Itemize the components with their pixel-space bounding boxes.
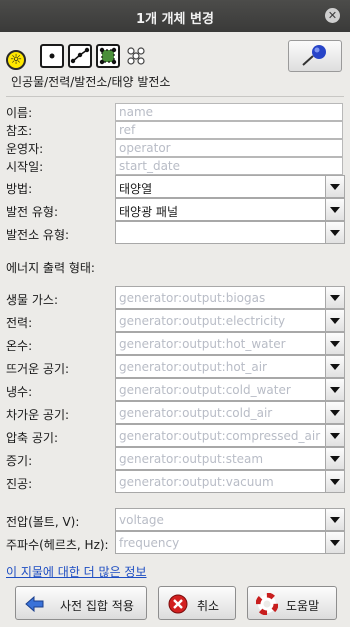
ref-field[interactable]: ref <box>115 121 343 139</box>
title-bar: 1개 개체 변경 ✕ <box>0 0 350 32</box>
cancel-icon <box>168 594 188 614</box>
voltage-value: voltage <box>119 513 164 527</box>
output-value: generator:output:compressed_air <box>119 429 321 443</box>
output-value: generator:output:steam <box>119 452 264 466</box>
chevron-down-icon[interactable] <box>325 287 344 308</box>
chevron-down-icon[interactable] <box>325 310 344 331</box>
output-select[interactable]: generator:output:hot_water <box>115 332 345 355</box>
output-select[interactable]: generator:output:cold_water <box>115 378 345 401</box>
plant-type-select[interactable] <box>115 221 345 244</box>
output-value: generator:output:biogas <box>119 291 266 305</box>
apply-preset-label: 사전 집합 적용 <box>60 599 134 613</box>
node-icon[interactable] <box>40 44 64 68</box>
output-value: generator:output:hot_air <box>119 360 267 374</box>
chevron-down-icon[interactable] <box>325 471 344 492</box>
closed-way-icon[interactable] <box>96 44 120 68</box>
operator-label: 운영자: <box>6 142 44 156</box>
back-arrow-icon <box>25 595 44 613</box>
preset-path: 인공물/전력/발전소/태양 발전소 <box>11 75 171 89</box>
chevron-down-icon[interactable] <box>325 402 344 423</box>
separator <box>6 96 344 97</box>
output-label: 생물 가스: <box>6 293 59 307</box>
chevron-down-icon[interactable] <box>325 379 344 400</box>
relation-icon[interactable] <box>124 44 148 68</box>
energy-output-heading: 에너지 출력 형태: <box>6 261 95 275</box>
apply-preset-button[interactable]: 사전 집합 적용 <box>15 586 147 620</box>
output-label: 압축 공기: <box>6 431 59 445</box>
more-info-link[interactable]: 이 지물에 대한 더 많은 정보 <box>6 563 147 580</box>
generator-type-select[interactable]: 태양광 패널 <box>115 198 345 221</box>
output-value: generator:output:electricity <box>119 314 286 328</box>
start-date-label: 시작일: <box>6 160 44 174</box>
chevron-down-icon[interactable] <box>325 222 344 243</box>
output-label: 증기: <box>6 454 33 468</box>
chevron-down-icon[interactable] <box>325 199 344 220</box>
close-icon[interactable]: ✕ <box>325 8 340 23</box>
output-select[interactable]: generator:output:hot_air <box>115 355 345 378</box>
chevron-down-icon[interactable] <box>325 356 344 377</box>
help-label: 도움말 <box>286 599 320 613</box>
output-select[interactable]: generator:output:biogas <box>115 286 345 309</box>
sun-icon: ☼ <box>6 50 26 70</box>
output-value: generator:output:cold_water <box>119 383 291 397</box>
output-label: 전력: <box>6 316 33 330</box>
chevron-down-icon[interactable] <box>325 176 344 197</box>
output-select[interactable]: generator:output:compressed_air <box>115 424 345 447</box>
start-date-field[interactable]: start_date <box>115 157 343 175</box>
way-icon[interactable] <box>68 44 92 68</box>
operator-field[interactable]: operator <box>115 139 343 157</box>
cancel-label: 취소 <box>197 599 220 613</box>
output-value: generator:output:vacuum <box>119 475 274 489</box>
output-select[interactable]: generator:output:electricity <box>115 309 345 332</box>
frequency-value: frequency <box>119 536 180 550</box>
generator-type-label: 발전 유형: <box>6 205 59 219</box>
pushpin-icon <box>302 45 326 66</box>
pin-toolbar-button[interactable] <box>288 40 342 72</box>
plant-type-label: 발전소 유형: <box>6 228 70 242</box>
output-label: 차가운 공기: <box>6 408 70 422</box>
cancel-button[interactable]: 취소 <box>158 586 236 620</box>
generator-type-value: 태양광 패널 <box>119 205 179 219</box>
output-select[interactable]: generator:output:vacuum <box>115 470 345 493</box>
window-title: 1개 개체 변경 <box>136 12 214 27</box>
voltage-select[interactable]: voltage <box>115 508 345 531</box>
chevron-down-icon[interactable] <box>325 333 344 354</box>
output-label: 진공: <box>6 477 33 491</box>
ref-label: 참조: <box>6 124 33 138</box>
lifebuoy-icon <box>256 593 278 615</box>
output-label: 뜨거운 공기: <box>6 362 70 376</box>
output-value: generator:output:hot_water <box>119 337 286 351</box>
name-label: 이름: <box>6 106 33 120</box>
chevron-down-icon[interactable] <box>325 425 344 446</box>
chevron-down-icon[interactable] <box>325 532 344 553</box>
frequency-select[interactable]: frequency <box>115 531 345 554</box>
chevron-down-icon[interactable] <box>325 448 344 469</box>
output-select[interactable]: generator:output:cold_air <box>115 401 345 424</box>
output-label: 온수: <box>6 339 33 353</box>
name-field[interactable]: name <box>115 103 343 121</box>
frequency-label: 주파수(헤르츠, Hz): <box>6 538 109 552</box>
method-label: 방법: <box>6 182 33 196</box>
chevron-down-icon[interactable] <box>325 509 344 530</box>
method-value: 태양열 <box>119 182 153 196</box>
output-value: generator:output:cold_air <box>119 406 273 420</box>
help-button[interactable]: 도움말 <box>247 586 337 620</box>
voltage-label: 전압(볼트, V): <box>6 515 80 529</box>
output-select[interactable]: generator:output:steam <box>115 447 345 470</box>
output-label: 냉수: <box>6 385 33 399</box>
method-select[interactable]: 태양열 <box>115 175 345 198</box>
